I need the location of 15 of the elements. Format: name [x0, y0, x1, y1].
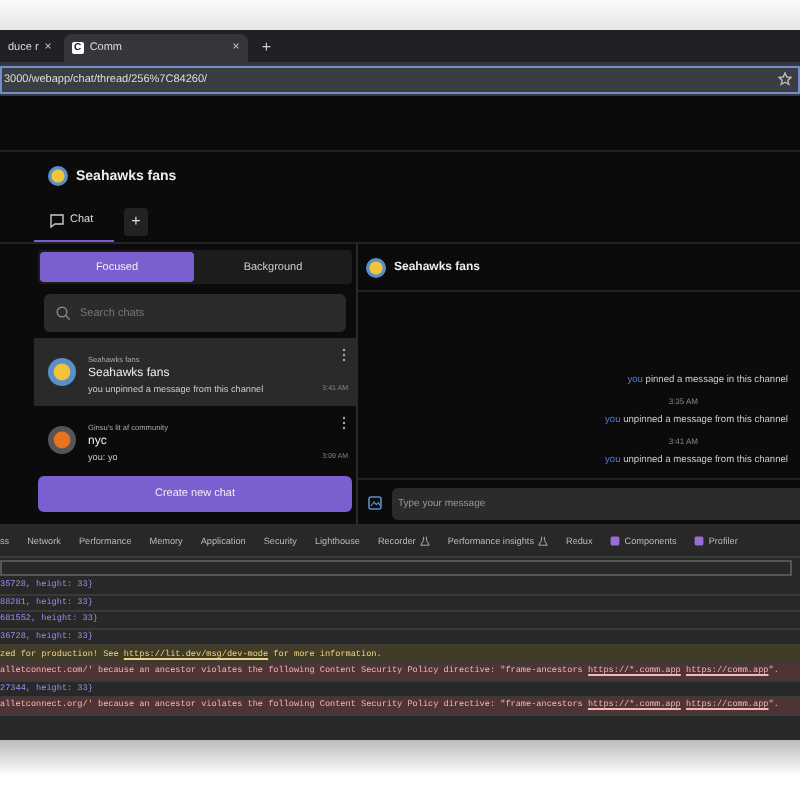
component-icon [610, 535, 621, 545]
avatar-icon [48, 358, 76, 386]
search-icon [56, 306, 70, 320]
flask-icon [419, 535, 430, 545]
star-icon [778, 72, 792, 86]
filter-field[interactable] [0, 560, 792, 576]
new-tab-button[interactable]: + [261, 37, 271, 55]
chat-bubble-icon [50, 213, 64, 227]
avatar-icon [366, 257, 386, 277]
avatar-icon [48, 426, 76, 454]
component-icon [694, 535, 705, 545]
avatar-icon [48, 166, 68, 186]
flask-icon [538, 535, 548, 545]
image-icon [368, 496, 382, 510]
add-tab-button[interactable]: + [124, 207, 148, 235]
